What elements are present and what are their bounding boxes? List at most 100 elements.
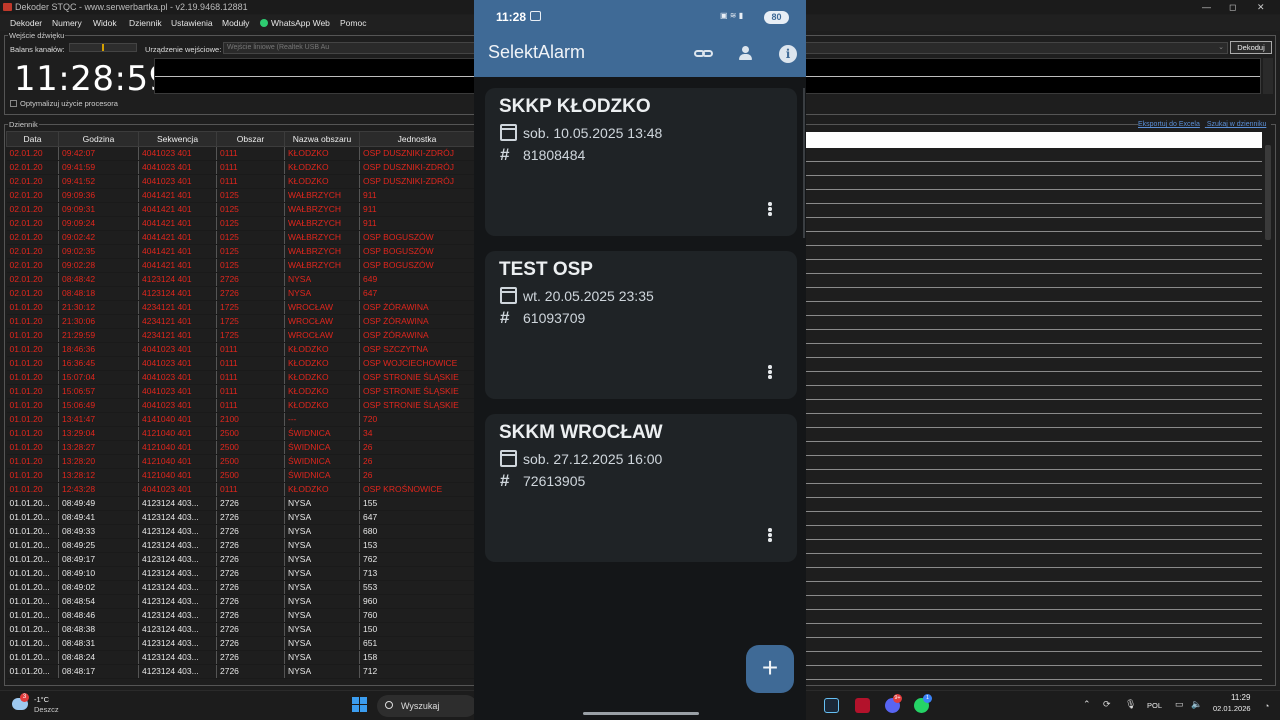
log-cell: 08:48:38 xyxy=(58,622,139,637)
log-row[interactable]: 02.01.20 08:48:42 4123124 401 2726 NYSA 649 xyxy=(6,272,475,287)
log-cell: 1725 xyxy=(216,300,285,315)
add-fab-button[interactable]: + xyxy=(746,645,794,693)
taskbar-date[interactable]: 02.01.2026 xyxy=(1213,704,1251,713)
log-row[interactable]: 01.01.20 13:28:12 4121040 401 2500 ŚWIDNICA 2… xyxy=(6,468,475,483)
minimize-button[interactable]: — xyxy=(1202,0,1211,14)
log-row[interactable]: 02.01.20 09:09:36 4041421 401 0125 WAŁBRZYCH… xyxy=(6,188,475,203)
export-excel-link[interactable]: Eksportuj do Excela xyxy=(1138,121,1200,128)
log-cell: NYSA xyxy=(284,286,360,301)
language-indicator[interactable]: POL xyxy=(1147,701,1162,710)
log-row[interactable]: 01.01.20... 08:48:31 4123124 403... 2726 NYS… xyxy=(6,636,475,651)
log-row[interactable]: 01.01.20 13:28:20 4121040 401 2500 ŚWIDNICA 2… xyxy=(6,454,475,469)
tray-chevron-up-icon[interactable]: ⌃ xyxy=(1083,699,1091,710)
log-row[interactable]: 02.01.20 09:41:52 4041023 401 0111 KŁODZKO OS… xyxy=(6,174,475,189)
menu-ustawienia[interactable]: Ustawienia xyxy=(171,15,213,31)
log-row[interactable]: 01.01.20 13:28:27 4121040 401 2500 ŚWIDNICA 2… xyxy=(6,440,475,455)
taskbar-time[interactable]: 11:29 xyxy=(1231,693,1250,702)
log-row[interactable]: 01.01.20 13:29:04 4121040 401 2500 ŚWIDNICA 3… xyxy=(6,426,475,441)
log-row[interactable]: 01.01.20 21:30:12 4234121 401 1725 WROCŁAW OS… xyxy=(6,300,475,315)
log-row[interactable]: 01.01.20... 08:48:24 4123124 403... 2726 NYS… xyxy=(6,650,475,665)
log-row[interactable]: 01.01.20 13:41:47 4141040 401 2100 --- 720 xyxy=(6,412,475,427)
log-row[interactable]: 01.01.20... 08:49:17 4123124 403... 2726 NYS… xyxy=(6,552,475,567)
network-icon[interactable]: ▭ xyxy=(1175,699,1184,710)
log-row[interactable]: 01.01.20 15:07:04 4041023 401 0111 KŁODZKO OS… xyxy=(6,370,475,385)
menu-moduly[interactable]: Moduły xyxy=(222,15,249,31)
balance-slider[interactable] xyxy=(69,43,137,52)
more-vert-icon[interactable] xyxy=(767,365,773,383)
col-godzina[interactable]: Godzina xyxy=(58,131,139,147)
log-row[interactable]: 01.01.20... 08:48:17 4123124 403... 2726 NYS… xyxy=(6,664,475,679)
more-vert-icon[interactable] xyxy=(767,528,773,546)
pdf-reader-icon[interactable] xyxy=(855,698,870,713)
home-indicator[interactable] xyxy=(583,712,699,715)
decode-button[interactable]: Dekoduj xyxy=(1230,41,1272,54)
col-data[interactable]: Data xyxy=(6,131,59,147)
log-row[interactable]: 02.01.20 09:42:07 4041023 401 0111 KŁODZKO OS… xyxy=(6,146,475,161)
log-row[interactable]: 02.01.20 09:09:31 4041421 401 0125 WAŁBRZYCH… xyxy=(6,202,475,217)
weather-description[interactable]: Deszcz xyxy=(34,705,59,714)
maximize-button[interactable]: ◻ xyxy=(1229,0,1236,14)
menu-dekoder[interactable]: Dekoder xyxy=(10,15,42,31)
more-vert-icon[interactable] xyxy=(767,202,773,220)
taskbar-search[interactable]: Wyszukaj xyxy=(377,695,477,717)
close-button[interactable]: ✕ xyxy=(1257,0,1265,14)
menu-numery[interactable]: Numery xyxy=(52,15,82,31)
log-row[interactable]: 02.01.20 09:02:28 4041421 401 0125 WAŁBRZYCH… xyxy=(6,258,475,273)
log-row[interactable]: 01.01.20 16:36:45 4041023 401 0111 KŁODZKO OS… xyxy=(6,356,475,371)
log-row[interactable]: 01.01.20... 08:49:41 4123124 403... 2726 NYS… xyxy=(6,510,475,525)
log-row[interactable]: 01.01.20... 08:49:10 4123124 403... 2726 NYS… xyxy=(6,566,475,581)
log-row[interactable]: 01.01.20... 08:48:46 4123124 403... 2726 NYS… xyxy=(6,608,475,623)
microphone-icon[interactable]: 🎙 xyxy=(1125,699,1136,710)
log-row[interactable]: 01.01.20... 08:49:49 4123124 403... 2726 NYS… xyxy=(6,496,475,511)
menu-dziennik[interactable]: Dziennik xyxy=(129,15,162,31)
log-row[interactable]: 01.01.20 15:06:57 4041023 401 0111 KŁODZKO OS… xyxy=(6,384,475,399)
optimize-cpu-checkbox[interactable]: Optymalizuj użycie procesora xyxy=(10,99,118,108)
log-row[interactable]: 01.01.20... 08:49:02 4123124 403... 2726 NYS… xyxy=(6,580,475,595)
log-row[interactable]: 02.01.20 09:09:24 4041421 401 0125 WAŁBRZYCH… xyxy=(6,216,475,231)
selected-row-highlight[interactable] xyxy=(806,132,1262,148)
waveform-scrollbar[interactable] xyxy=(1263,58,1273,94)
steam-icon[interactable] xyxy=(824,698,839,713)
search-log-link[interactable]: Szukaj w dzienniku xyxy=(1207,121,1267,128)
chevron-down-icon: ⌄ xyxy=(1218,44,1224,51)
person-icon[interactable] xyxy=(736,44,756,64)
log-row[interactable]: 01.01.20 12:43:28 4041023 401 0111 KŁODZKO OS… xyxy=(6,482,475,497)
weather-temperature[interactable]: -1°C xyxy=(34,695,49,704)
row-divider xyxy=(806,371,1262,372)
log-row[interactable]: 02.01.20 08:48:18 4123124 401 2726 NYSA 647 xyxy=(6,286,475,301)
alarm-card[interactable]: SKKM WROCŁAW sob. 27.12.2025 16:00 # 726… xyxy=(485,414,797,562)
col-nazwa-obszaru[interactable]: Nazwa obszaru xyxy=(284,131,360,147)
log-row[interactable]: 02.01.20 09:02:35 4041421 401 0125 WAŁBRZYCH… xyxy=(6,244,475,259)
link-icon[interactable] xyxy=(694,44,714,64)
sync-icon[interactable]: ⟳ xyxy=(1103,699,1111,710)
menu-whatsapp-web[interactable]: WhatsApp Web xyxy=(260,15,330,31)
log-row[interactable]: 02.01.20 09:41:59 4041023 401 0111 KŁODZKO OS… xyxy=(6,160,475,175)
log-row[interactable]: 01.01.20... 08:49:25 4123124 403... 2726 NYS… xyxy=(6,538,475,553)
log-row[interactable]: 01.01.20 15:06:49 4041023 401 0111 KŁODZKO OS… xyxy=(6,398,475,413)
log-row[interactable]: 01.01.20... 08:48:54 4123124 403... 2726 NYS… xyxy=(6,594,475,609)
row-divider xyxy=(806,525,1262,526)
log-row[interactable]: 01.01.20... 08:48:38 4123124 403... 2726 NYS… xyxy=(6,622,475,637)
hash-icon: # xyxy=(500,145,510,164)
log-row[interactable]: 01.01.20 18:46:36 4041023 401 0111 KŁODZKO OS… xyxy=(6,342,475,357)
log-cell: KŁODZKO xyxy=(284,342,360,357)
log-row[interactable]: 01.01.20 21:29:59 4234121 401 1725 WROCŁAW OS… xyxy=(6,328,475,343)
log-row[interactable]: 02.01.20 09:02:42 4041421 401 0125 WAŁBRZYCH… xyxy=(6,230,475,245)
menu-widok[interactable]: Widok xyxy=(93,15,117,31)
device-label: Urządzenie wejściowe: xyxy=(145,45,222,54)
notification-bell-icon[interactable]: ◔ xyxy=(1264,701,1269,711)
alarm-card[interactable]: TEST OSP wt. 20.05.2025 23:35 # 61093709 xyxy=(485,251,797,399)
log-row[interactable]: 01.01.20 21:30:06 4234121 401 1725 WROCŁAW OS… xyxy=(6,314,475,329)
log-scrollbar[interactable] xyxy=(1265,145,1271,240)
balance-marker[interactable] xyxy=(102,44,104,51)
alarm-card[interactable]: SKKP KŁODZKO sob. 10.05.2025 13:48 # 818… xyxy=(485,88,797,236)
checkbox-box[interactable] xyxy=(10,100,17,107)
col-sekwencja[interactable]: Sekwencja xyxy=(138,131,217,147)
info-icon[interactable]: i xyxy=(779,45,797,63)
col-obszar[interactable]: Obszar xyxy=(216,131,285,147)
volume-icon[interactable]: 🔈 xyxy=(1191,699,1202,710)
menu-pomoc[interactable]: Pomoc xyxy=(340,15,366,31)
col-jednostka[interactable]: Jednostka xyxy=(359,131,475,147)
start-windows-icon[interactable] xyxy=(352,697,368,713)
log-row[interactable]: 01.01.20... 08:49:33 4123124 403... 2726 NYS… xyxy=(6,524,475,539)
